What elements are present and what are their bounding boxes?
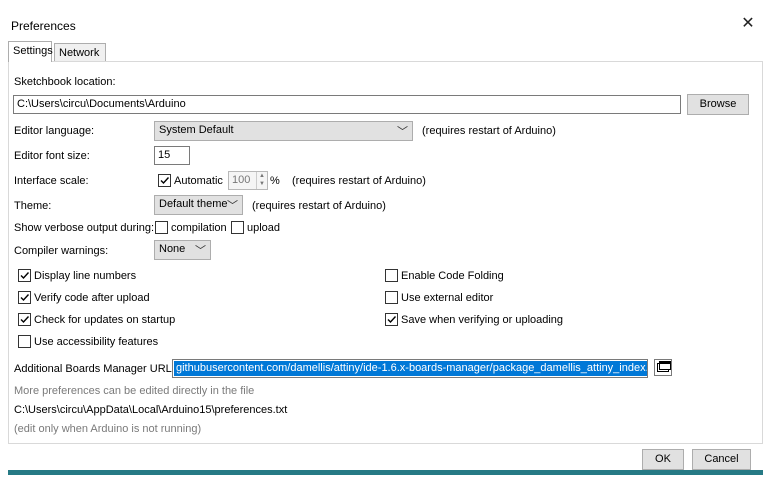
editor-language-select[interactable]: System Default ﹀ [154, 121, 413, 141]
boards-urls-input[interactable]: githubusercontent.com/damellis/attiny/id… [172, 359, 648, 378]
check-icon [20, 272, 30, 280]
close-icon[interactable]: ✕ [738, 15, 758, 35]
code-folding-checkbox[interactable] [385, 269, 398, 282]
scale-unit: % [270, 175, 280, 187]
bottom-accent-bar [8, 470, 763, 475]
tab-network[interactable]: Network [54, 43, 106, 62]
verbose-label: Show verbose output during: [14, 222, 155, 234]
scale-value: 100 [232, 174, 251, 186]
prefs-path-text: C:\Users\circu\AppData\Local\Arduino15\p… [14, 404, 288, 416]
external-editor-checkbox[interactable] [385, 291, 398, 304]
window-icon [657, 361, 671, 372]
compiler-warnings-label: Compiler warnings: [14, 245, 109, 257]
cancel-button[interactable]: Cancel [692, 449, 751, 470]
theme-value: Default theme [159, 198, 228, 210]
automatic-label: Automatic [174, 175, 223, 187]
check-icon [387, 316, 397, 324]
font-size-input[interactable]: 15 [154, 146, 190, 165]
editor-language-label: Editor language: [14, 125, 95, 137]
automatic-checkbox[interactable] [158, 174, 171, 187]
interface-scale-note: (requires restart of Arduino) [292, 175, 426, 187]
edit-note-text: (edit only when Arduino is not running) [14, 423, 202, 435]
browse-button[interactable]: Browse [687, 94, 749, 115]
chevron-down-icon: ﹀ [227, 200, 238, 212]
check-updates-checkbox[interactable] [18, 313, 31, 326]
theme-select[interactable]: Default theme ﹀ [154, 195, 243, 215]
editor-language-note: (requires restart of Arduino) [422, 125, 556, 137]
editor-language-value: System Default [159, 124, 234, 136]
boards-urls-value: githubusercontent.com/damellis/attiny/id… [174, 361, 647, 376]
check-icon [20, 316, 30, 324]
save-on-verify-label: Save when verifying or uploading [401, 314, 564, 326]
check-updates-label: Check for updates on startup [34, 314, 176, 326]
theme-label: Theme: [14, 200, 52, 212]
compiler-warnings-select[interactable]: None ﹀ [154, 240, 211, 260]
verify-code-checkbox[interactable] [18, 291, 31, 304]
verbose-compilation-label: compilation [171, 222, 227, 234]
boards-urls-label: Additional Boards Manager URLs: [14, 363, 181, 375]
interface-scale-label: Interface scale: [14, 175, 89, 187]
verify-code-label: Verify code after upload [34, 292, 150, 304]
display-line-numbers-label: Display line numbers [34, 270, 137, 282]
display-line-numbers-checkbox[interactable] [18, 269, 31, 282]
accessibility-checkbox[interactable] [18, 335, 31, 348]
chevron-down-icon: ﹀ [397, 126, 408, 138]
verbose-compilation-checkbox[interactable] [155, 221, 168, 234]
spinner-arrows-icon[interactable]: ▲ ▼ [256, 172, 267, 189]
external-editor-label: Use external editor [401, 292, 494, 304]
preferences-dialog: Preferences ✕ Settings Network Sketchboo… [0, 0, 772, 485]
check-icon [160, 177, 170, 185]
accessibility-label: Use accessibility features [34, 336, 159, 348]
tab-settings[interactable]: Settings [8, 41, 53, 62]
font-size-label: Editor font size: [14, 150, 90, 162]
ok-button[interactable]: OK [642, 449, 684, 470]
scale-spinner[interactable]: 100 ▲ ▼ [228, 171, 268, 190]
verbose-upload-checkbox[interactable] [231, 221, 244, 234]
window-title: Preferences [11, 19, 76, 33]
sketchbook-label: Sketchbook location: [14, 76, 116, 88]
save-on-verify-checkbox[interactable] [385, 313, 398, 326]
verbose-upload-label: upload [247, 222, 281, 234]
expand-urls-button[interactable] [654, 359, 672, 376]
compiler-warnings-value: None [159, 243, 186, 255]
more-prefs-text: More preferences can be edited directly … [14, 385, 255, 397]
code-folding-label: Enable Code Folding [401, 270, 504, 282]
chevron-down-icon: ﹀ [195, 245, 206, 257]
sketchbook-input[interactable]: C:\Users\circu\Documents\Arduino [13, 95, 681, 114]
theme-note: (requires restart of Arduino) [252, 200, 386, 212]
check-icon [20, 294, 30, 302]
